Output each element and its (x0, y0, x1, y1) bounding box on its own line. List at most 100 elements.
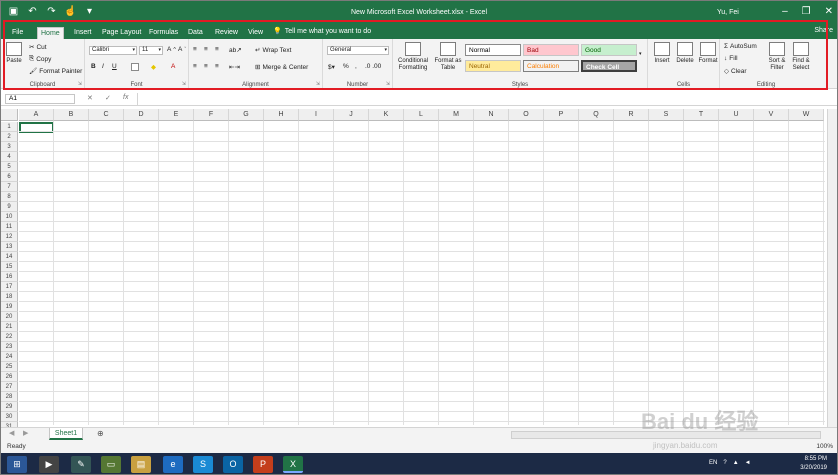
zoom-level[interactable]: 100% (816, 441, 833, 453)
autosum-button[interactable]: Σ AutoSum (724, 43, 757, 50)
number-format-dropdown[interactable]: General (327, 46, 389, 55)
column-header[interactable]: P (544, 109, 579, 121)
row-header[interactable]: 22 (1, 332, 18, 342)
column-header[interactable]: U (719, 109, 754, 121)
function-icon[interactable]: fx (123, 94, 128, 101)
merge-center-button[interactable]: ⊞ Merge & Center (255, 63, 308, 72)
row-header[interactable]: 20 (1, 312, 18, 322)
font-launcher-icon[interactable]: ⇲ (182, 81, 186, 87)
orientation-button[interactable]: ab↗ (229, 46, 242, 54)
style-calculation[interactable]: Calculation (523, 60, 579, 72)
column-header[interactable]: D (124, 109, 159, 121)
tab-formulas[interactable]: Formulas (146, 27, 181, 39)
find-select-button[interactable]: Find & Select (790, 42, 812, 72)
column-header[interactable]: F (194, 109, 229, 121)
percent-button[interactable]: % (343, 63, 349, 70)
bottom-align-button[interactable]: ≡ (215, 46, 219, 53)
column-header[interactable]: T (684, 109, 719, 121)
style-bad[interactable]: Bad (523, 44, 579, 56)
ie-icon[interactable]: e (163, 456, 183, 473)
column-header[interactable]: H (264, 109, 299, 121)
tab-page-layout[interactable]: Page Layout (99, 27, 144, 39)
delete-cells-button[interactable]: Delete (674, 42, 696, 65)
currency-button[interactable]: $▾ (328, 63, 335, 71)
row-header[interactable]: 19 (1, 302, 18, 312)
format-painter-button[interactable]: 🖌 Format Painter (29, 67, 82, 76)
share-button[interactable]: Share (814, 27, 833, 34)
minimize-icon[interactable]: – (782, 6, 788, 17)
style-normal[interactable]: Normal (465, 44, 521, 56)
row-header[interactable]: 4 (1, 152, 18, 162)
volume-icon[interactable]: ◄ (745, 460, 751, 466)
column-header[interactable]: V (754, 109, 789, 121)
outlook-icon[interactable]: O (223, 456, 243, 473)
column-header[interactable]: C (89, 109, 124, 121)
sort-filter-button[interactable]: Sort & Filter (766, 42, 788, 72)
row-header[interactable]: 7 (1, 182, 18, 192)
row-header[interactable]: 18 (1, 292, 18, 302)
column-header[interactable]: W (789, 109, 824, 121)
grow-font-button[interactable]: A ^ (167, 46, 176, 53)
tab-insert[interactable]: Insert (71, 27, 95, 39)
column-header[interactable]: B (54, 109, 89, 121)
row-header[interactable]: 6 (1, 172, 18, 182)
column-header[interactable]: J (334, 109, 369, 121)
sheet-tab[interactable]: Sheet1 (49, 428, 83, 440)
worksheet-grid[interactable]: A B C D E F G H I J K L M N O P Q R S T U V W 1 2 3 4 5 6 7 8 9 10 11 12 13… (1, 109, 825, 432)
skype-icon[interactable]: S (193, 456, 213, 473)
style-check-cell[interactable]: Check Cell (581, 60, 637, 72)
powerpoint-icon[interactable]: P (253, 456, 273, 473)
fill-button[interactable]: ↓ Fill (724, 55, 738, 62)
top-align-button[interactable]: ≡ (193, 46, 197, 53)
row-header[interactable]: 2 (1, 132, 18, 142)
media-player-icon[interactable]: ▶ (39, 456, 59, 473)
indent-button[interactable]: ⇤⇥ (229, 63, 240, 71)
column-header[interactable]: I (299, 109, 334, 121)
fill-color-button[interactable]: ◆ (151, 63, 156, 71)
paste-button[interactable]: Paste (5, 42, 23, 65)
formula-input[interactable] (137, 93, 827, 105)
row-header[interactable]: 3 (1, 142, 18, 152)
number-launcher-icon[interactable]: ⇲ (386, 81, 390, 87)
row-header[interactable]: 5 (1, 162, 18, 172)
alignment-launcher-icon[interactable]: ⇲ (316, 81, 320, 87)
help-icon[interactable]: ? (723, 460, 726, 466)
column-header[interactable]: O (509, 109, 544, 121)
column-header[interactable]: R (614, 109, 649, 121)
vertical-scrollbar[interactable] (827, 109, 837, 427)
style-neutral[interactable]: Neutral (465, 60, 521, 72)
row-header[interactable]: 29 (1, 402, 18, 412)
tab-file[interactable]: File (9, 27, 26, 39)
border-button[interactable] (131, 63, 139, 71)
conditional-formatting-button[interactable]: Conditional Formatting (395, 42, 431, 72)
row-header[interactable]: 16 (1, 272, 18, 282)
column-header[interactable]: G (229, 109, 264, 121)
tell-me-box[interactable]: 💡 Tell me what you want to do (273, 27, 371, 36)
row-header[interactable]: 15 (1, 262, 18, 272)
clipboard-launcher-icon[interactable]: ⇲ (78, 81, 82, 87)
format-cells-button[interactable]: Format (697, 42, 719, 65)
wrap-text-button[interactable]: ↵ Wrap Text (255, 46, 291, 55)
excel-taskbar-icon[interactable]: X (283, 456, 303, 473)
row-header[interactable]: 23 (1, 342, 18, 352)
column-header[interactable]: Q (579, 109, 614, 121)
column-header[interactable]: K (369, 109, 404, 121)
decimal-buttons[interactable]: .0 .00 (365, 63, 381, 70)
comma-button[interactable]: , (355, 63, 357, 70)
row-header[interactable]: 21 (1, 322, 18, 332)
folder-icon[interactable]: ▭ (101, 456, 121, 473)
row-header[interactable]: 26 (1, 372, 18, 382)
row-header[interactable]: 30 (1, 412, 18, 422)
sheet-nav-right-icon[interactable]: ▶ (23, 429, 28, 437)
font-color-button[interactable]: A (171, 63, 175, 70)
format-as-table-button[interactable]: Format as Table (433, 42, 463, 72)
restore-icon[interactable]: ❐ (802, 6, 811, 17)
column-header[interactable]: L (404, 109, 439, 121)
row-header[interactable]: 27 (1, 382, 18, 392)
tab-review[interactable]: Review (212, 27, 241, 39)
network-icon[interactable]: ▲ (733, 460, 739, 466)
center-button[interactable]: ≡ (204, 63, 208, 70)
add-sheet-icon[interactable]: ⊕ (97, 429, 104, 438)
column-header[interactable]: E (159, 109, 194, 121)
row-header[interactable]: 11 (1, 222, 18, 232)
